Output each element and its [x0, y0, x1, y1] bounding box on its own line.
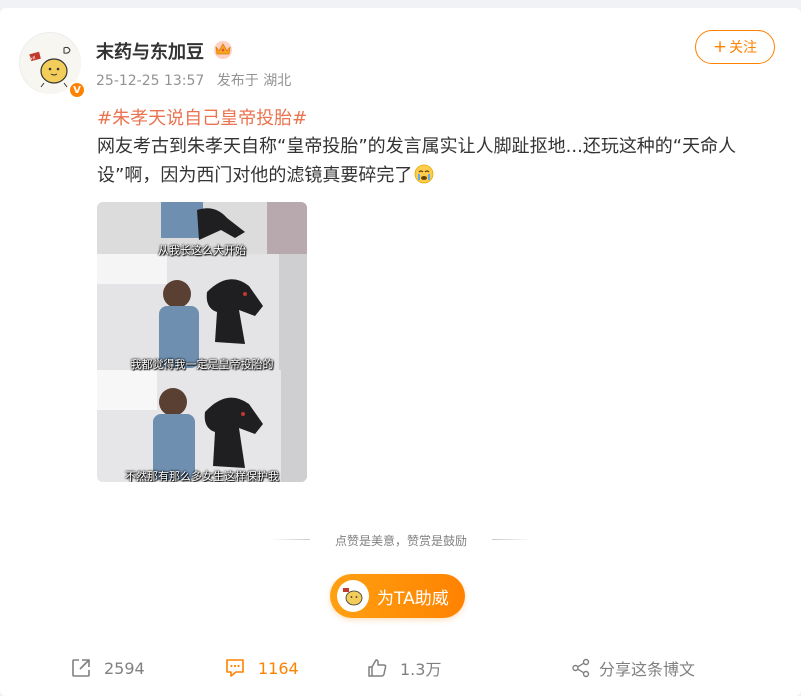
repost-icon — [72, 659, 90, 677]
repost-button[interactable]: 2594 — [70, 648, 145, 688]
hashtag-link[interactable]: #朱孝天说自己皇帝投胎# — [97, 104, 307, 130]
like-count: 1.3万 — [400, 660, 442, 679]
repost-count: 2594 — [104, 658, 145, 678]
support-caption: 点赞是美意，赞赏是鼓励 — [270, 530, 532, 550]
cheer-avatar — [337, 580, 369, 612]
post-meta: 25-12-25 13:57 发布于 湖北 — [96, 70, 299, 90]
post-location: 发布于 湖北 — [216, 73, 292, 89]
image-subtitle: 从我长这么大开始 — [158, 244, 246, 257]
divider-line-right — [492, 539, 532, 540]
image-subtitle: 不然那有那么多女生这样保护我 — [125, 470, 279, 482]
verified-badge: V — [68, 81, 86, 99]
author-name[interactable]: 末药与东加豆 — [96, 38, 204, 64]
share-icon — [572, 658, 590, 678]
share-button[interactable]: 分享这条博文 — [571, 648, 695, 688]
author-avatar[interactable]: HI V — [19, 32, 86, 99]
post-card: HI V 末药与东加豆 25-12-25 13:57 发布于 湖北 + 关注 #… — [0, 8, 801, 696]
post-body: 网友考古到朱孝天自称“皇帝投胎”的发言属实让人脚趾抠地...还玩这种的“天命人设… — [97, 132, 767, 190]
crown-icon[interactable] — [212, 39, 234, 59]
avatar-mini-icon — [343, 588, 363, 606]
comment-icon — [226, 659, 244, 677]
thumbs-up-icon — [368, 659, 387, 677]
image-subtitle: 我都觉得我一定是皇帝投胎的 — [130, 358, 274, 371]
follow-button[interactable]: + 关注 — [695, 30, 775, 64]
comment-count: 1164 — [258, 658, 299, 678]
plus-icon: + — [712, 36, 728, 57]
crying-face-emoji-icon — [414, 164, 434, 184]
action-bar: 2594 1164 1.3万 分享这条博文 — [0, 648, 801, 688]
cheer-button[interactable]: 为TA助威 — [330, 574, 465, 618]
cheer-label: 为TA助威 — [377, 588, 449, 609]
follow-label: 关注 — [729, 40, 758, 56]
comment-button[interactable]: 1164 — [224, 648, 299, 688]
post-time[interactable]: 25-12-25 13:57 — [96, 73, 204, 89]
like-button[interactable]: 1.3万 — [366, 648, 441, 688]
support-caption-text: 点赞是美意，赞赏是鼓励 — [334, 534, 467, 548]
post-image[interactable]: 从我长这么大开始 我都觉得我一定是皇帝投胎的 不然那有那么多女生这样保护我 — [97, 202, 307, 482]
share-label: 分享这条博文 — [599, 660, 696, 679]
